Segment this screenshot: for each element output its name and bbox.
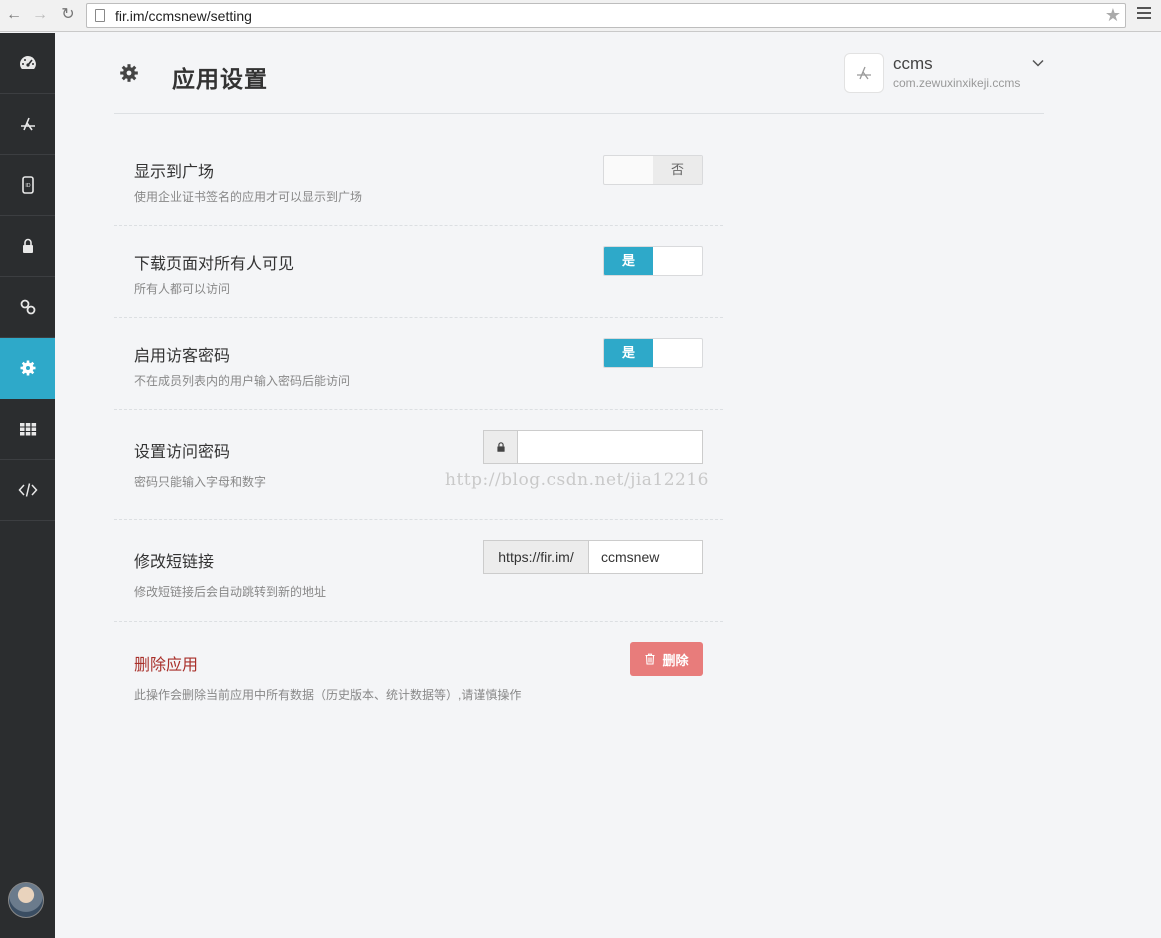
short-link-prefix: https://fir.im/: [484, 541, 589, 573]
sidebar-item-code[interactable]: [0, 460, 55, 521]
app-icon: [844, 53, 884, 93]
setting-description: 密码只能输入字母和数字: [134, 475, 267, 489]
lock-icon: [22, 238, 33, 253]
sidebar-item-devices[interactable]: ID: [0, 155, 55, 216]
app-name: ccms: [893, 54, 933, 73]
app-bundle-id: com.zewuxinxikeji.ccms: [893, 76, 1021, 90]
short-link-input-group: https://fir.im/: [483, 540, 703, 574]
browser-toolbar: ← → ↻ fir.im/ccmsnew/setting ★: [0, 0, 1161, 32]
address-bar[interactable]: fir.im/ccmsnew/setting ★: [86, 3, 1126, 28]
delete-app-button[interactable]: 删除: [630, 642, 703, 676]
setting-title: 删除应用: [134, 657, 199, 674]
setting-description: 所有人都可以访问: [134, 282, 231, 296]
app-store-icon: [20, 117, 35, 131]
device-id-icon: ID: [21, 176, 34, 194]
setting-description: 此操作会删除当前应用中所有数据（历史版本、统计数据等）,请谨慎操作: [134, 688, 522, 702]
delete-button-label: 删除: [662, 652, 689, 668]
sidebar-item-dashboard[interactable]: [0, 33, 55, 94]
reload-icon[interactable]: ↻: [58, 5, 78, 25]
chevron-down-icon[interactable]: [1031, 56, 1045, 70]
link-icon: [20, 299, 35, 315]
page-title: 应用设置: [172, 66, 268, 92]
setting-title: 显示到广场: [134, 164, 215, 181]
plaza-toggle[interactable]: 否: [603, 155, 703, 185]
dashboard-icon: [19, 56, 36, 69]
page-icon: [95, 9, 105, 22]
sidebar: ID: [0, 33, 55, 938]
svg-text:ID: ID: [25, 183, 30, 189]
setting-title: 下载页面对所有人可见: [134, 256, 295, 273]
toggle-on-label: 是: [604, 247, 653, 275]
gear-icon: [120, 64, 138, 82]
sidebar-item-settings[interactable]: [0, 338, 55, 399]
main-content: 应用设置 ccms com.zewuxinxikeji.ccms 显示到广场 使…: [55, 33, 1161, 938]
setting-access-password: 设置访问密码 密码只能输入字母和数字: [114, 410, 723, 520]
sidebar-item-links[interactable]: [0, 277, 55, 338]
setting-title: 启用访客密码: [134, 348, 231, 365]
sidebar-item-security[interactable]: [0, 216, 55, 277]
password-input[interactable]: [518, 431, 702, 463]
toggle-on-label: 是: [604, 339, 653, 367]
setting-description: 修改短链接后会自动跳转到新的地址: [134, 585, 327, 599]
password-input-group: [483, 430, 703, 464]
setting-description: 使用企业证书签名的应用才可以显示到广场: [134, 190, 363, 204]
toggle-off-label: 否: [653, 156, 702, 184]
setting-plaza: 显示到广场 使用企业证书签名的应用才可以显示到广场 否: [114, 151, 723, 226]
page-header: 应用设置 ccms com.zewuxinxikeji.ccms: [114, 33, 1044, 114]
app-switcher[interactable]: ccms com.zewuxinxikeji.ccms: [844, 53, 1084, 93]
short-link-input[interactable]: [589, 541, 702, 573]
watermark: http://blog.csdn.net/jia12216: [445, 470, 709, 490]
public-download-toggle[interactable]: 是: [603, 246, 703, 276]
forward-arrow-icon[interactable]: →: [30, 5, 50, 25]
trash-icon: [645, 653, 655, 665]
setting-title: 设置访问密码: [134, 444, 231, 461]
sidebar-item-apps[interactable]: [0, 94, 55, 155]
setting-delete-app: 删除应用 此操作会删除当前应用中所有数据（历史版本、统计数据等）,请谨慎操作 删…: [114, 622, 723, 722]
hamburger-menu-icon[interactable]: [1137, 7, 1151, 21]
app-store-icon: [857, 66, 871, 80]
visitor-password-toggle[interactable]: 是: [603, 338, 703, 368]
setting-title: 修改短链接: [134, 554, 215, 571]
setting-description: 不在成员列表内的用户输入密码后能访问: [134, 374, 351, 388]
avatar[interactable]: [8, 882, 44, 918]
back-arrow-icon[interactable]: ←: [4, 5, 24, 25]
star-icon[interactable]: ★: [1105, 5, 1121, 26]
setting-visitor-password: 启用访客密码 不在成员列表内的用户输入密码后能访问 是: [114, 318, 723, 410]
lock-icon: [484, 431, 518, 463]
setting-public-download: 下载页面对所有人可见 所有人都可以访问 是: [114, 226, 723, 318]
code-icon: [17, 483, 38, 497]
sidebar-item-grid[interactable]: [0, 399, 55, 460]
gear-icon: [20, 360, 35, 376]
url-text[interactable]: fir.im/ccmsnew/setting: [115, 8, 252, 24]
setting-short-link: 修改短链接 修改短链接后会自动跳转到新的地址 https://fir.im/: [114, 520, 723, 622]
grid-icon: [19, 423, 36, 436]
